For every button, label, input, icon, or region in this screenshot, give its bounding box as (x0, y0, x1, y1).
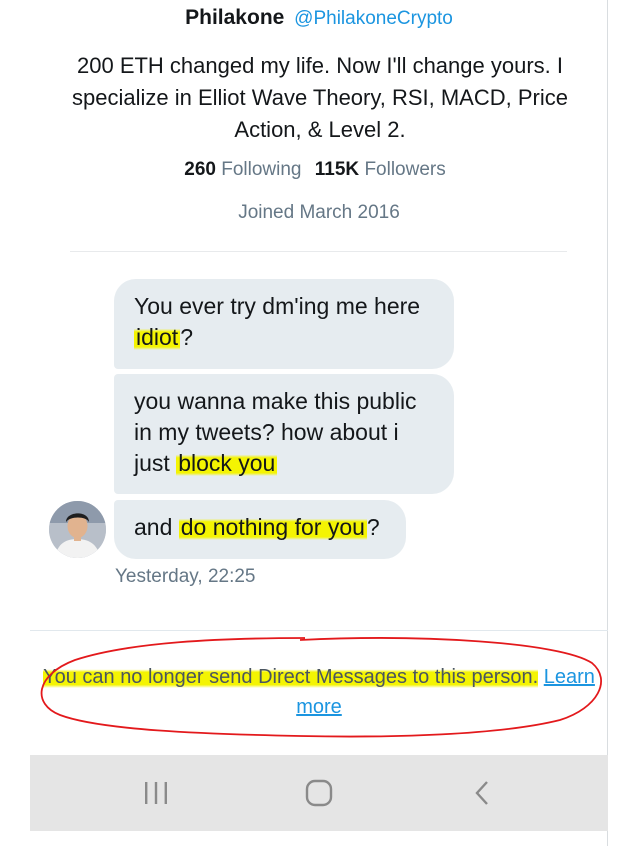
message-text: You ever try dm'ing me here (134, 293, 421, 319)
joined-date: Joined March 2016 (238, 202, 400, 223)
avatar[interactable] (49, 501, 106, 558)
recent-apps-button[interactable] (96, 755, 216, 831)
message-bubble[interactable]: and do nothing for you? (114, 500, 406, 559)
home-button[interactable] (259, 755, 379, 831)
recent-apps-icon (145, 782, 167, 804)
message-highlight: idiot (134, 324, 181, 350)
following-count: 260 (184, 159, 216, 180)
followers-stat[interactable]: 115K Followers (315, 159, 454, 180)
profile-stats: 260 Following 115K Followers (30, 159, 608, 181)
profile-name[interactable]: Philakone (185, 6, 284, 29)
notice-text: You can no longer send Direct Messages t… (43, 666, 539, 688)
followers-count: 115K (314, 159, 360, 180)
back-icon (475, 781, 488, 805)
following-label: Following (221, 159, 302, 180)
message-text: and (134, 514, 179, 540)
following-stat[interactable]: 260 Following (184, 159, 315, 180)
composer-divider (30, 630, 608, 631)
message-bubble[interactable]: You ever try dm'ing me here idiot? (114, 279, 454, 369)
message-timestamp: Yesterday, 22:25 (115, 566, 256, 587)
profile-bio: 200 ETH changed my life. Now I'll change… (72, 53, 568, 142)
message-highlight: block you (176, 450, 278, 476)
avatar-photo-icon (49, 501, 106, 558)
profile-name-row: Philakone @PhilakoneCrypto (30, 6, 608, 30)
back-button[interactable] (422, 755, 542, 831)
dm-disabled-notice: You can no longer send Direct Messages t… (30, 662, 608, 722)
message-bubble[interactable]: you wanna make this public in my tweets?… (114, 374, 454, 494)
home-icon (305, 779, 333, 807)
profile-handle[interactable]: @PhilakoneCrypto (294, 8, 453, 29)
followers-label: Followers (364, 159, 446, 180)
system-navigation-bar (30, 755, 608, 831)
message-text-end: ? (180, 324, 193, 350)
message-text-end: ? (366, 514, 380, 540)
message-highlight: do nothing for you (178, 514, 367, 540)
header-divider (70, 251, 567, 252)
